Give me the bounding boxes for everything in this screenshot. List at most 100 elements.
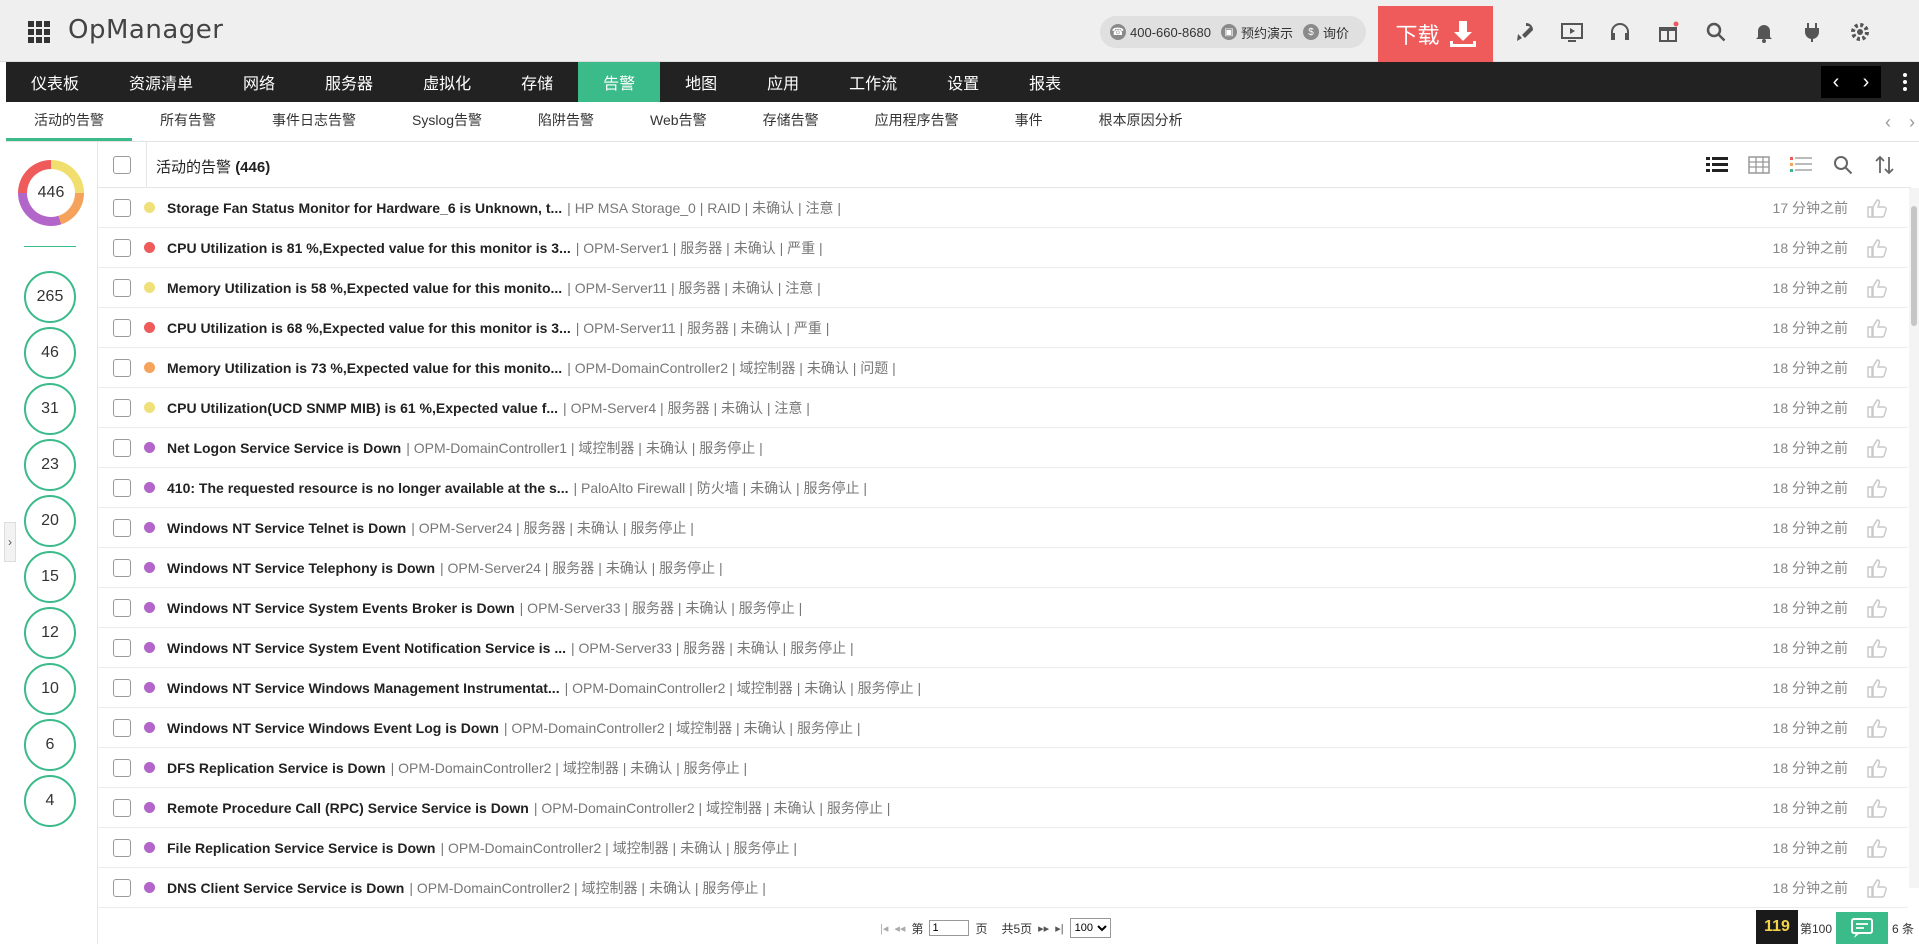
- alarm-message[interactable]: Windows NT Service Windows Management In…: [167, 680, 560, 696]
- nav-dashboard[interactable]: 仪表板: [6, 62, 104, 102]
- table-row[interactable]: 410: The requested resource is no longer…: [98, 468, 1908, 508]
- nav-settings[interactable]: 设置: [922, 62, 1004, 102]
- thumbs-up-icon[interactable]: [1866, 318, 1888, 338]
- inquiry-link[interactable]: 询价: [1323, 23, 1349, 42]
- row-checkbox[interactable]: [113, 518, 131, 537]
- row-checkbox[interactable]: [113, 638, 131, 657]
- tab-application-alarms[interactable]: 应用程序告警: [847, 102, 987, 141]
- thumbs-up-icon[interactable]: [1866, 598, 1888, 618]
- table-row[interactable]: CPU Utilization is 81 %,Expected value f…: [98, 228, 1908, 268]
- nav-storage[interactable]: 存储: [496, 62, 578, 102]
- search-icon[interactable]: [1831, 154, 1855, 176]
- thumbs-up-icon[interactable]: [1866, 758, 1888, 778]
- tab-trap-alarms[interactable]: 陷阱告警: [510, 102, 622, 141]
- table-row[interactable]: Windows NT Service Windows Event Log is …: [98, 708, 1908, 748]
- thumbs-up-icon[interactable]: [1866, 478, 1888, 498]
- severity-count-circle[interactable]: 23: [24, 439, 76, 491]
- alarm-message[interactable]: CPU Utilization is 68 %,Expected value f…: [167, 320, 571, 336]
- row-checkbox[interactable]: [113, 558, 131, 577]
- nav-virtualization[interactable]: 虚拟化: [398, 62, 496, 102]
- alarm-message[interactable]: Memory Utilization is 73 %,Expected valu…: [167, 360, 562, 376]
- last-page-icon[interactable]: ▸|: [1055, 922, 1063, 935]
- alarm-message[interactable]: Windows NT Service System Event Notifica…: [167, 640, 566, 656]
- table-row[interactable]: DNS Client Service Service is Down | OPM-…: [98, 868, 1908, 908]
- alarm-message[interactable]: Windows NT Service Telnet is Down: [167, 520, 406, 536]
- nav-reports[interactable]: 报表: [1004, 62, 1086, 102]
- table-row[interactable]: Windows NT Service Windows Management In…: [98, 668, 1908, 708]
- alarm-message[interactable]: CPU Utilization(UCD SNMP MIB) is 61 %,Ex…: [167, 400, 558, 416]
- thumbs-up-icon[interactable]: [1866, 638, 1888, 658]
- severity-count-circle[interactable]: 10: [24, 663, 76, 715]
- chevron-left-icon[interactable]: ‹: [1833, 71, 1840, 94]
- tab-storage-alarms[interactable]: 存储告警: [735, 102, 847, 141]
- alarm-message[interactable]: Net Logon Service Service is Down: [167, 440, 401, 456]
- row-checkbox[interactable]: [113, 318, 131, 337]
- tab-web-alarms[interactable]: Web告警: [622, 102, 735, 141]
- table-row[interactable]: DFS Replication Service is Down | OPM-Dom…: [98, 748, 1908, 788]
- sidebar-toggle-chevron-icon[interactable]: ›: [4, 522, 16, 562]
- alarm-message[interactable]: CPU Utilization is 81 %,Expected value f…: [167, 240, 571, 256]
- alarm-message[interactable]: Windows NT Service Telephony is Down: [167, 560, 435, 576]
- table-row[interactable]: Memory Utilization is 73 %,Expected valu…: [98, 348, 1908, 388]
- scrollbar-thumb[interactable]: [1911, 206, 1917, 326]
- tab-eventlog-alarms[interactable]: 事件日志告警: [244, 102, 384, 141]
- row-checkbox[interactable]: [113, 238, 131, 257]
- scrollbar[interactable]: [1909, 188, 1919, 888]
- search-icon[interactable]: [1692, 16, 1740, 48]
- gear-icon[interactable]: [1836, 16, 1884, 48]
- row-checkbox[interactable]: [113, 278, 131, 297]
- rocket-icon[interactable]: [1500, 16, 1548, 48]
- screen-icon[interactable]: [1548, 16, 1596, 48]
- severity-count-circle[interactable]: 6: [24, 719, 76, 771]
- row-checkbox[interactable]: [113, 198, 131, 217]
- alarm-message[interactable]: DNS Client Service Service is Down: [167, 880, 404, 896]
- nav-maps[interactable]: 地图: [660, 62, 742, 102]
- table-row[interactable]: Windows NT Service Telephony is Down | OP…: [98, 548, 1908, 588]
- list-view-icon[interactable]: [1705, 154, 1729, 176]
- chat-button[interactable]: [1836, 912, 1888, 944]
- nav-workflow[interactable]: 工作流: [824, 62, 922, 102]
- alarm-message[interactable]: Memory Utilization is 58 %,Expected valu…: [167, 280, 562, 296]
- thumbs-up-icon[interactable]: [1866, 718, 1888, 738]
- row-checkbox[interactable]: [113, 718, 131, 737]
- thumbs-up-icon[interactable]: [1866, 278, 1888, 298]
- table-row[interactable]: Memory Utilization is 58 %,Expected valu…: [98, 268, 1908, 308]
- table-row[interactable]: Storage Fan Status Monitor for Hardware_…: [98, 188, 1908, 228]
- severity-count-circle[interactable]: 15: [24, 551, 76, 603]
- row-checkbox[interactable]: [113, 358, 131, 377]
- thumbs-up-icon[interactable]: [1866, 398, 1888, 418]
- prev-page-icon[interactable]: ◂◂: [894, 922, 905, 935]
- nav-alarms[interactable]: 告警: [578, 62, 661, 102]
- tab-events[interactable]: 事件: [987, 102, 1071, 141]
- thumbs-up-icon[interactable]: [1866, 438, 1888, 458]
- first-page-icon[interactable]: |◂: [880, 922, 888, 935]
- plug-icon[interactable]: [1788, 16, 1836, 48]
- page-number-input[interactable]: [929, 920, 970, 936]
- demo-link[interactable]: 预约演示: [1241, 23, 1293, 42]
- alarm-message[interactable]: Storage Fan Status Monitor for Hardware_…: [167, 200, 562, 216]
- download-button[interactable]: 下载: [1378, 6, 1493, 62]
- alarm-message[interactable]: 410: The requested resource is no longer…: [167, 480, 568, 496]
- sort-icon[interactable]: [1873, 154, 1897, 176]
- apps-grid-icon[interactable]: [28, 21, 50, 43]
- headset-icon[interactable]: [1596, 16, 1644, 48]
- more-vertical-icon[interactable]: [1903, 70, 1909, 94]
- severity-count-circle[interactable]: 31: [24, 383, 76, 435]
- row-checkbox[interactable]: [113, 598, 131, 617]
- row-checkbox[interactable]: [113, 758, 131, 777]
- alarm-message[interactable]: DFS Replication Service is Down: [167, 760, 386, 776]
- row-checkbox[interactable]: [113, 478, 131, 497]
- nav-servers[interactable]: 服务器: [300, 62, 398, 102]
- severity-list-view-icon[interactable]: [1789, 154, 1813, 176]
- chevron-right-icon[interactable]: ›: [1909, 112, 1915, 133]
- alarm-message[interactable]: Windows NT Service System Events Broker …: [167, 600, 515, 616]
- thumbs-up-icon[interactable]: [1866, 878, 1888, 898]
- severity-count-circle[interactable]: 46: [24, 327, 76, 379]
- bell-icon[interactable]: [1740, 16, 1788, 48]
- table-row[interactable]: CPU Utilization is 68 %,Expected value f…: [98, 308, 1908, 348]
- next-page-icon[interactable]: ▸▸: [1038, 922, 1049, 935]
- thumbs-up-icon[interactable]: [1866, 798, 1888, 818]
- severity-count-circle[interactable]: 4: [24, 775, 76, 827]
- table-row[interactable]: Remote Procedure Call (RPC) Service Serv…: [98, 788, 1908, 828]
- thumbs-up-icon[interactable]: [1866, 838, 1888, 858]
